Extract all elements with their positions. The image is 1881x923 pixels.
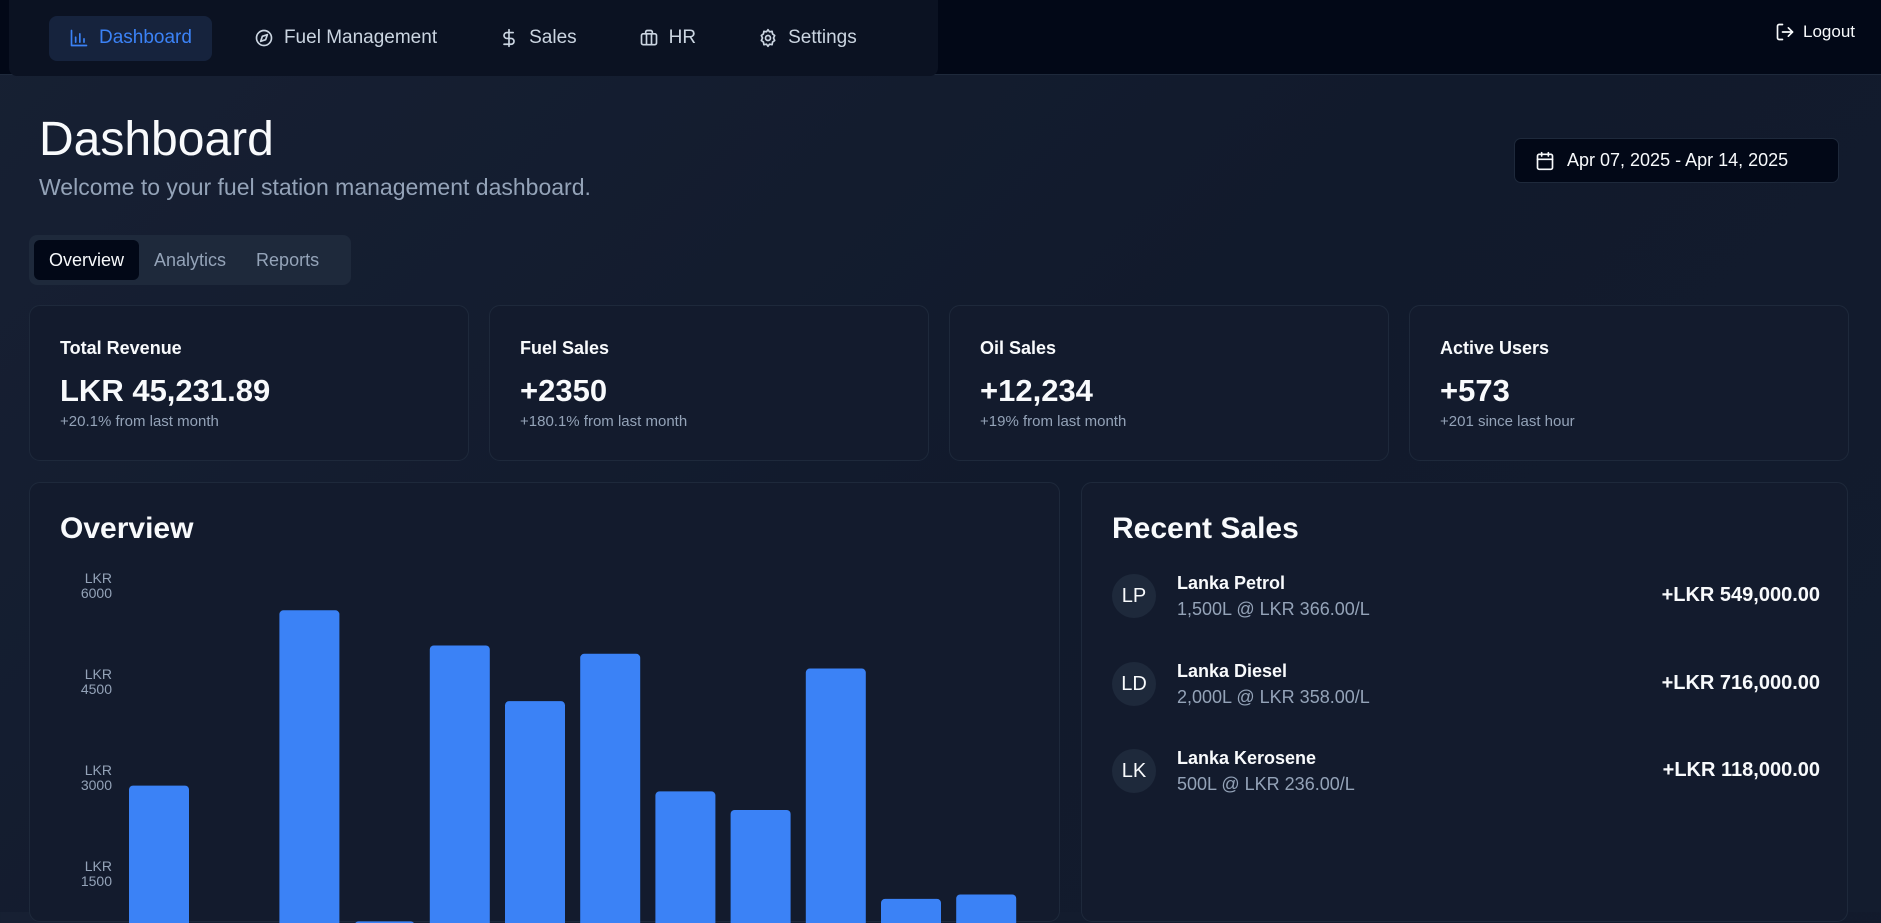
chart-bar [129,785,189,923]
y-tick-prefix: LKR [85,762,112,778]
stat-title: Fuel Sales [520,338,610,358]
top-bar: Dashboard Fuel Management Sales HR Setti… [0,0,1881,76]
stat-card-total-revenue: Total Revenue LKR 45,231.89 +20.1% from … [29,305,469,461]
y-tick-label: 1500 [81,873,112,889]
calendar-icon [1536,151,1554,170]
page-title: Dashboard [39,113,274,166]
page-subtitle: Welcome to your fuel station management … [39,174,591,200]
stat-value: +573 [1440,373,1510,408]
bar-chart-icon [70,29,88,47]
chart-bar [279,610,340,923]
sale-row: LD Lanka Diesel 2,000L @ LKR 358.00/L +L… [1112,661,1820,711]
nav-item-label: Fuel Management [283,27,438,48]
y-tick-prefix: LKR [85,666,112,682]
main-nav: Dashboard Fuel Management Sales HR Setti… [9,0,938,76]
sale-name: Lanka Kerosene [1177,748,1317,768]
sale-amount: +LKR 118,000.00 [1662,759,1820,781]
avatar: LK [1112,749,1156,793]
sale-name: Lanka Diesel [1177,661,1288,681]
nav-item-label: Sales [529,27,577,48]
nav-item-label: Settings [788,27,857,48]
nav-item-label: HR [668,27,697,48]
sale-detail: 1,500L @ LKR 366.00/L [1177,599,1370,619]
briefcase-icon [640,29,657,46]
date-range-label: Apr 07, 2025 - Apr 14, 2025 [1567,150,1789,170]
sale-amount: +LKR 549,000.00 [1661,584,1820,606]
tab-analytics[interactable]: Analytics [139,240,241,280]
recent-sales-title: Recent Sales [1112,512,1299,545]
chart-bar [956,894,1017,923]
sale-detail: 2,000L @ LKR 358.00/L [1177,687,1370,707]
y-tick-label: 3000 [81,777,112,793]
gear-icon [760,28,776,48]
nav-item-hr[interactable]: HR [619,16,716,61]
tab-overview[interactable]: Overview [34,240,140,280]
logout-icon [1776,23,1794,41]
date-range-picker[interactable]: Apr 07, 2025 - Apr 14, 2025 [1514,138,1839,183]
stat-note: +201 since last hour [1440,413,1575,430]
recent-sales-panel: Recent Sales LP Lanka Petrol 1,500L @ LK… [1081,482,1848,922]
sale-detail: 500L @ LKR 236.00/L [1177,774,1355,794]
stat-value: LKR 45,231.89 [60,373,271,408]
y-tick-prefix: LKR [85,858,112,874]
stat-note: +20.1% from last month [60,413,219,430]
sale-name: Lanka Petrol [1177,573,1286,593]
nav-item-dashboard[interactable]: Dashboard [49,15,212,61]
logout-label: Logout [1803,22,1855,41]
stat-card-active-users: Active Users +573 +201 since last hour [1409,305,1849,461]
sale-row: LP Lanka Petrol 1,500L @ LKR 366.00/L +L… [1112,573,1820,623]
sale-row: LK Lanka Kerosene 500L @ LKR 236.00/L +L… [1112,748,1820,798]
view-tabs: Overview Analytics Reports [29,235,351,285]
nav-item-settings[interactable]: Settings [738,16,877,61]
nav-item-sales[interactable]: Sales [479,16,597,61]
stat-value: +12,234 [980,373,1093,408]
stat-card-oil-sales: Oil Sales +12,234 +19% from last month [949,305,1389,461]
avatar: LD [1112,662,1156,706]
chart-bar [429,645,490,923]
stat-title: Oil Sales [980,338,1057,358]
y-tick-prefix: LKR [85,570,112,586]
dollar-icon [503,28,515,48]
stat-title: Active Users [1440,338,1550,358]
nav-item-label: Dashboard [99,27,192,48]
chart-bar [730,809,791,923]
chart-bar [805,668,866,923]
stat-title: Total Revenue [60,338,182,358]
stat-value: +2350 [520,373,608,408]
y-tick-label: 6000 [81,585,112,601]
tab-reports[interactable]: Reports [241,240,334,280]
avatar: LP [1112,574,1156,618]
overview-bar-chart: LKR6000LKR4500LKR3000LKR1500 [81,570,1017,923]
stat-note: +180.1% from last month [520,413,688,430]
sale-amount: +LKR 716,000.00 [1661,672,1820,694]
chart-bar [580,653,641,923]
compass-icon [255,29,273,47]
stat-card-fuel-sales: Fuel Sales +2350 +180.1% from last month [489,305,929,461]
chart-bar [655,791,716,923]
y-tick-label: 4500 [81,681,112,697]
overview-panel: Overview LKR 6000 LKR 4500 LKR 3000 LKR 1500 [29,482,1060,923]
nav-item-fuel-management[interactable]: Fuel Management [234,16,457,61]
chart-bar [505,701,565,923]
stat-note: +19% from last month [980,413,1127,430]
logout-button[interactable]: Logout [1775,22,1855,42]
chart-bar [881,898,941,923]
